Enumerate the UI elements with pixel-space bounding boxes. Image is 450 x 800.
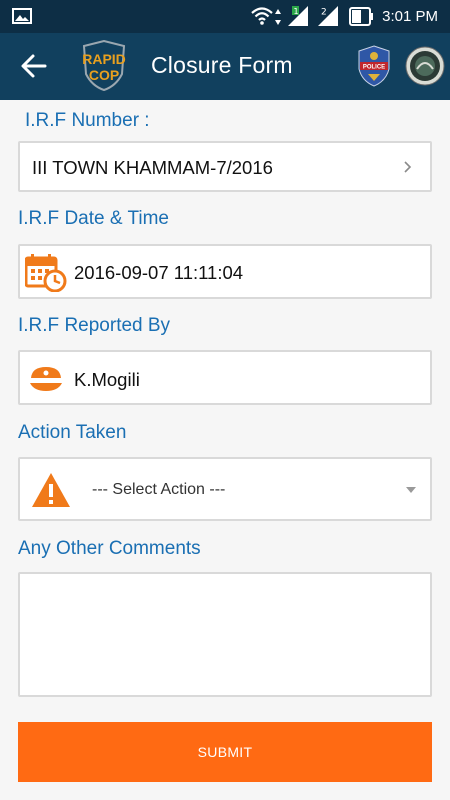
image-notification-icon: [12, 8, 32, 24]
page-title: Closure Form: [151, 52, 293, 78]
back-arrow-icon[interactable]: [20, 53, 48, 79]
logo-text-cop: COP: [89, 67, 119, 83]
data-arrows-icon: [275, 9, 281, 25]
comments-textarea[interactable]: [18, 572, 432, 697]
action-taken-select[interactable]: --- Select Action ---: [18, 457, 432, 521]
irf-datetime-field[interactable]: 2016-09-07 11:11:04: [18, 244, 432, 299]
svg-text:1: 1: [294, 7, 299, 16]
irf-reported-by-value: K.Mogili: [74, 369, 140, 390]
svg-text:2: 2: [321, 8, 327, 18]
rapid-cop-logo: RAPID COP: [76, 39, 132, 92]
signal-sim2-icon: 2: [318, 6, 338, 26]
chevron-right-icon: [404, 161, 412, 173]
emblem-seal-icon: [405, 45, 445, 87]
signal-sim1-icon: 1: [288, 6, 308, 26]
irf-number-value: III TOWN KHAMMAM-7/2016: [32, 157, 273, 178]
wifi-icon: [251, 7, 273, 25]
irf-number-label: I.R.F Number :: [25, 110, 150, 131]
irf-datetime-label: I.R.F Date & Time: [18, 208, 169, 229]
calendar-clock-icon: [25, 254, 67, 292]
irf-reported-by-field[interactable]: K.Mogili: [18, 350, 432, 405]
clock: 3:01 PM: [382, 8, 438, 25]
police-cap-icon: [30, 367, 62, 391]
warning-icon: [32, 473, 70, 507]
irf-reported-by-label: I.R.F Reported By: [18, 315, 171, 336]
action-taken-label: Action Taken: [18, 422, 127, 443]
status-bar: 1 2 3:01 PM: [0, 0, 450, 33]
action-taken-selected: --- Select Action ---: [92, 481, 226, 498]
police-badge-icon: POLICE: [356, 45, 392, 87]
comments-label: Any Other Comments: [18, 538, 201, 559]
logo-text-rapid: RAPID: [82, 51, 126, 67]
irf-datetime-value: 2016-09-07 11:11:04: [74, 262, 244, 283]
battery-icon: [349, 7, 373, 26]
submit-button[interactable]: SUBMIT: [18, 722, 432, 782]
dropdown-caret-icon: [406, 487, 416, 493]
irf-number-field[interactable]: III TOWN KHAMMAM-7/2016: [18, 141, 432, 192]
app-bar: RAPID COP Closure Form POLICE: [0, 33, 450, 100]
status-icons: 1 2: [251, 6, 373, 26]
police-badge-text: POLICE: [363, 65, 385, 71]
